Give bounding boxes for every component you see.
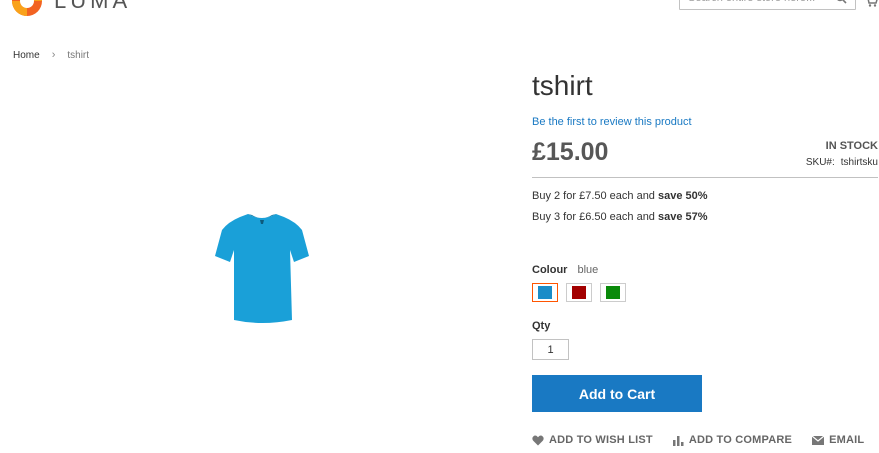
swatch-blue-fill <box>538 286 552 299</box>
breadcrumb: Home › tshirt <box>13 49 89 61</box>
stock-status: IN STOCK <box>825 140 878 152</box>
breadcrumb-separator-icon: › <box>51 49 56 61</box>
qty-label: Qty <box>532 320 551 332</box>
tshirt-image-icon <box>215 214 309 323</box>
swatch-blue[interactable] <box>532 283 558 302</box>
add-to-compare-link[interactable]: Add to Compare <box>672 434 793 446</box>
luma-logo-icon <box>10 0 44 18</box>
compare-chart-icon <box>672 435 684 446</box>
product-social-actions: Add to Wish List Add to Compare Email <box>532 434 864 446</box>
swatch-red[interactable] <box>566 283 592 302</box>
email-link[interactable]: Email <box>812 434 864 446</box>
add-to-cart-button[interactable]: Add to Cart <box>532 375 702 412</box>
sku-label: SKU#: <box>805 157 835 168</box>
logo-text: LUMA <box>54 0 132 13</box>
tier-price: Buy 3 for £6.50 each and save 57% <box>532 211 708 223</box>
tier-price: Buy 2 for £7.50 each and save 50% <box>532 190 708 202</box>
email-label: Email <box>829 434 865 446</box>
colour-option: Colour blue <box>532 264 598 276</box>
swatch-green-fill <box>606 286 620 299</box>
breadcrumb-home[interactable]: Home <box>13 50 40 61</box>
add-to-wishlist-label: Add to Wish List <box>549 434 653 446</box>
qty-input[interactable] <box>532 339 569 360</box>
review-link[interactable]: Be the first to review this product <box>532 116 692 128</box>
product-sku: SKU#: tshirtsku <box>806 157 878 168</box>
add-to-compare-label: Add to Compare <box>688 434 793 446</box>
colour-selected-value: blue <box>577 264 599 276</box>
search-input[interactable] <box>688 0 838 9</box>
heart-icon <box>532 435 544 445</box>
tier-price-text: Buy 2 for £7.50 each and <box>532 190 658 202</box>
sku-value: tshirtsku <box>840 157 878 168</box>
logo[interactable]: LUMA <box>10 0 131 18</box>
breadcrumb-current: tshirt <box>67 49 90 61</box>
product-price: £15.00 <box>532 138 609 166</box>
tier-price-save: save 57% <box>657 211 708 223</box>
swatch-red-fill <box>572 286 586 299</box>
add-to-wishlist-link[interactable]: Add to Wish List <box>532 434 653 446</box>
colour-label: Colour <box>532 264 568 276</box>
search-box <box>679 0 856 10</box>
product-image[interactable] <box>212 212 312 331</box>
search-icon[interactable] <box>835 0 847 9</box>
tier-price-save: save 50% <box>657 190 708 202</box>
swatch-green[interactable] <box>600 283 626 302</box>
minicart-icon[interactable] <box>865 0 878 12</box>
envelope-icon <box>812 435 825 445</box>
colour-swatches <box>532 283 626 302</box>
divider <box>532 177 878 178</box>
tier-price-text: Buy 3 for £6.50 each and <box>532 211 658 223</box>
product-title: tshirt <box>532 70 593 101</box>
